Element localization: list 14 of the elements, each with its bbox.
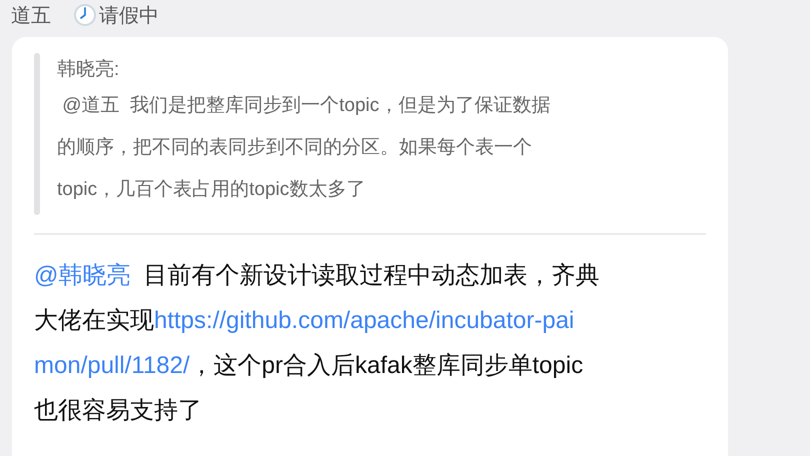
quote-line: @道五 我们是把整库同步到一个topic，但是为了保证数据 bbox=[61, 94, 550, 118]
message-line: @韩晓亮 目前有个新设计读取过程中动态加表，齐典 bbox=[34, 261, 601, 291]
clock-icon bbox=[73, 3, 97, 27]
quote-line: 的顺序，把不同的表同步到不同的分区。如果每个表一个 bbox=[57, 136, 533, 160]
message-line: 大佬在实现https://github.com/apache/incubator-pai bbox=[34, 306, 576, 336]
sender-name: 道五 bbox=[11, 4, 51, 28]
message-line: mon/pull/1182/，这个pr合入后kafak整库同步单topic bbox=[34, 351, 584, 381]
status-text: 请假中 bbox=[99, 4, 159, 28]
mention-link[interactable]: @韩晓亮 bbox=[34, 262, 130, 289]
url-link[interactable]: https://github.com/apache/incubator-pai bbox=[154, 307, 574, 334]
quote-author: 韩晓亮: bbox=[57, 58, 120, 82]
quote-line: topic，几百个表占用的topic数太多了 bbox=[57, 178, 366, 202]
message-line: 也很容易支持了 bbox=[34, 396, 203, 426]
url-link[interactable]: mon/pull/1182/ bbox=[34, 352, 190, 379]
